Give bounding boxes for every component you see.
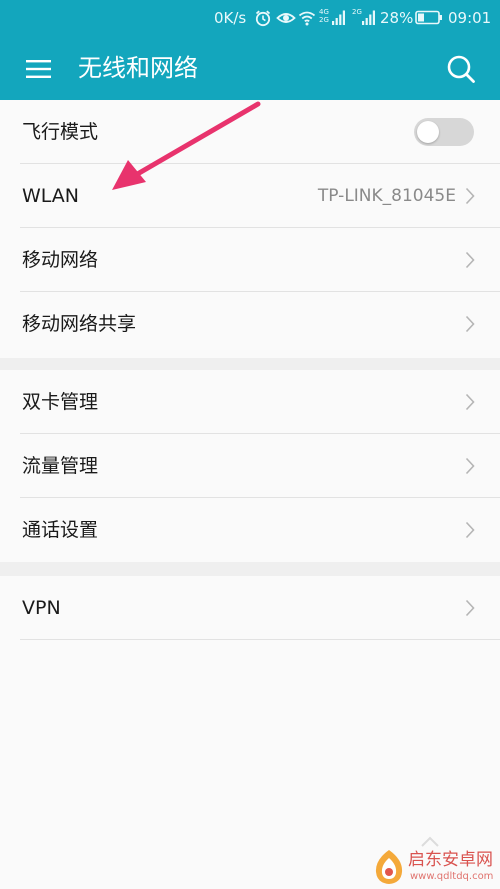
menu-button[interactable] bbox=[18, 50, 58, 86]
battery-percent: 28% bbox=[380, 9, 414, 27]
settings-section-sim: 双卡管理 流量管理 通话设置 bbox=[0, 370, 500, 562]
network-speed: 0K/s bbox=[214, 9, 247, 27]
wifi-icon bbox=[298, 11, 316, 26]
mobile-network-label: 移动网络 bbox=[22, 249, 99, 271]
chevron-up-icon bbox=[421, 836, 439, 847]
header: 0K/s 4G 2G 2G 28% 09:01 无线和网络 bbox=[0, 0, 500, 100]
annotation-arrow-icon bbox=[112, 101, 261, 190]
chevron-right-icon bbox=[465, 251, 475, 269]
watermark: 启东安卓网 www.qdltdq.com bbox=[372, 848, 500, 888]
page-title: 无线和网络 bbox=[78, 54, 198, 82]
section-gap bbox=[0, 562, 500, 576]
sim1-tag-bottom: 2G bbox=[319, 16, 329, 24]
airplane-mode-label: 飞行模式 bbox=[22, 121, 99, 143]
wlan-connected-network: TP-LINK_81045E bbox=[317, 186, 456, 206]
alarm-icon bbox=[255, 10, 271, 27]
mobile-network-row[interactable]: 移动网络 bbox=[0, 228, 500, 292]
settings-section-vpn: VPN bbox=[0, 576, 500, 640]
watermark-url: www.qdltdq.com bbox=[410, 871, 494, 882]
call-settings-row[interactable]: 通话设置 bbox=[0, 498, 500, 562]
sim1-tag-top: 4G bbox=[319, 8, 329, 16]
eye-icon bbox=[276, 13, 296, 23]
section-gap bbox=[0, 358, 500, 370]
divider bbox=[20, 639, 500, 640]
toggle-knob bbox=[417, 121, 439, 143]
search-button[interactable] bbox=[440, 48, 482, 88]
tethering-label: 移动网络共享 bbox=[22, 313, 137, 335]
chevron-right-icon bbox=[465, 393, 475, 411]
tethering-row[interactable]: 移动网络共享 bbox=[0, 292, 500, 356]
wlan-label: WLAN bbox=[22, 185, 80, 207]
airplane-mode-toggle[interactable] bbox=[414, 118, 474, 146]
dual-sim-label: 双卡管理 bbox=[22, 391, 99, 413]
dual-sim-row[interactable]: 双卡管理 bbox=[0, 370, 500, 434]
chevron-right-icon bbox=[465, 315, 475, 333]
status-bar: 0K/s 4G 2G 2G 28% 09:01 bbox=[0, 0, 500, 36]
chevron-right-icon bbox=[465, 521, 475, 539]
chevron-right-icon bbox=[465, 599, 475, 617]
signal-icon bbox=[362, 10, 375, 25]
data-usage-row[interactable]: 流量管理 bbox=[0, 434, 500, 498]
chevron-right-icon bbox=[465, 457, 475, 475]
search-icon bbox=[447, 55, 475, 83]
battery-icon bbox=[415, 10, 442, 25]
vpn-row[interactable]: VPN bbox=[0, 576, 500, 640]
data-usage-label: 流量管理 bbox=[22, 455, 99, 477]
app-bar: 无线和网络 bbox=[0, 36, 500, 100]
signal-icon bbox=[332, 10, 345, 25]
chevron-right-icon bbox=[465, 187, 475, 205]
clock: 09:01 bbox=[448, 9, 492, 27]
call-settings-label: 通话设置 bbox=[22, 519, 99, 541]
watermark-logo-icon bbox=[375, 850, 403, 884]
watermark-name: 启东安卓网 bbox=[408, 850, 493, 870]
vpn-label: VPN bbox=[22, 597, 61, 619]
hamburger-menu-icon bbox=[26, 60, 51, 78]
